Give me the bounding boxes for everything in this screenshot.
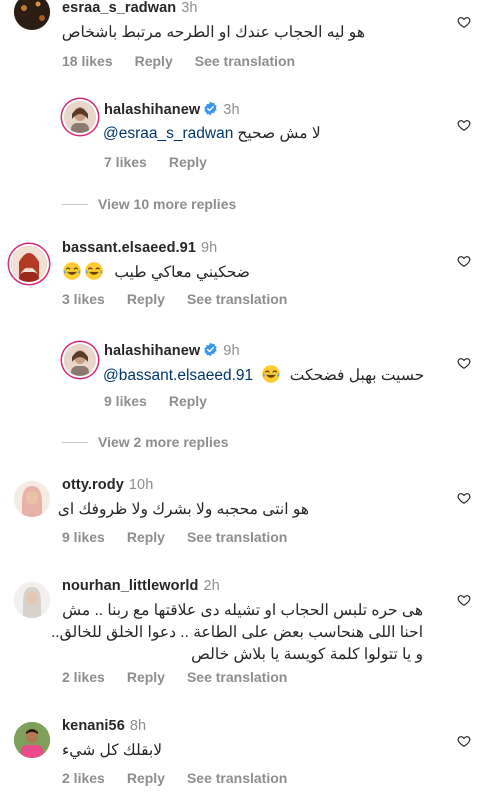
avatar[interactable] — [14, 0, 50, 30]
likes-count[interactable]: 18 likes — [62, 53, 113, 69]
avatar-image — [64, 344, 96, 376]
username[interactable]: kenani56 8h — [62, 718, 146, 734]
reply-button[interactable]: Reply — [135, 53, 173, 69]
username-text[interactable]: nourhan_littleworld — [62, 578, 198, 594]
view-more-replies[interactable]: View 10 more replies — [62, 196, 236, 212]
heart-outline-icon[interactable] — [457, 593, 471, 607]
avatar-image — [14, 481, 50, 517]
comment-line: و يا تتولوا كلمة كويسة يا بلاش خالص — [191, 646, 423, 663]
see-translation-link[interactable]: See translation — [187, 291, 287, 307]
see-translation-link[interactable]: See translation — [195, 53, 295, 69]
comment-actions: 18 likes Reply See translation — [62, 53, 317, 69]
avatar[interactable] — [64, 101, 96, 133]
comment-text: @esraa_s_radwan لا مش صحيح — [103, 123, 321, 145]
comment-actions: 2 likes Reply See translation — [62, 770, 309, 786]
username[interactable]: nourhan_littleworld 2h — [62, 578, 220, 594]
likes-count[interactable]: 3 likes — [62, 291, 105, 307]
see-translation-link[interactable]: See translation — [187, 669, 287, 685]
avatar[interactable] — [14, 722, 50, 758]
avatar-image — [11, 246, 47, 282]
avatar-image — [14, 0, 50, 30]
comment-body: ضحكيني معاكي طيب — [114, 264, 250, 281]
heart-outline-icon[interactable] — [457, 15, 471, 29]
username-text[interactable]: bassant.elsaeed.91 — [62, 240, 196, 256]
view-more-label[interactable]: View 10 more replies — [98, 196, 236, 212]
username[interactable]: halashihanew 3h — [104, 101, 240, 118]
avatar-image — [14, 582, 50, 618]
comment-actions: 9 likes Reply See translation — [62, 529, 309, 545]
comment-text: @bassant.elsaeed.91 حسيت بهبل فضحكت — [103, 364, 424, 387]
avatar-image — [14, 722, 50, 758]
see-translation-link[interactable]: See translation — [187, 770, 287, 786]
comment-text: ضحكيني معاكي طيب — [62, 261, 250, 284]
heart-outline-icon[interactable] — [457, 118, 471, 132]
comment-actions: 3 likes Reply See translation — [62, 291, 309, 307]
comment-actions: 7 likes Reply — [104, 154, 229, 170]
verified-badge-icon — [203, 101, 218, 116]
avatar[interactable] — [14, 481, 50, 517]
reply-button[interactable]: Reply — [127, 770, 165, 786]
comment-time: 3h — [223, 102, 240, 118]
avatar[interactable] — [14, 582, 50, 618]
reply-button[interactable]: Reply — [127, 529, 165, 545]
username-text[interactable]: otty.rody — [62, 477, 124, 493]
reply-button[interactable]: Reply — [169, 393, 207, 409]
avatar[interactable] — [64, 344, 96, 376]
heart-outline-icon[interactable] — [457, 356, 471, 370]
reply-button[interactable]: Reply — [169, 154, 207, 170]
reply-button[interactable]: Reply — [127, 291, 165, 307]
username-text[interactable]: esraa_s_radwan — [62, 0, 176, 16]
laughing-emoji-icon — [261, 364, 281, 384]
reply-text: لا مش صحيح — [237, 125, 321, 142]
heart-outline-icon[interactable] — [457, 491, 471, 505]
likes-count[interactable]: 9 likes — [62, 529, 105, 545]
see-translation-link[interactable]: See translation — [187, 529, 287, 545]
divider — [62, 203, 88, 205]
username[interactable]: otty.rody 10h — [62, 477, 153, 493]
mention-link[interactable]: @esraa_s_radwan — [103, 125, 233, 142]
username-text[interactable]: halashihanew — [104, 343, 200, 359]
comment-text: هو انتى محجبه ولا بشرك ولا ظروفك اى — [57, 501, 309, 518]
username-text[interactable]: halashihanew — [104, 102, 200, 118]
username-text[interactable]: kenani56 — [62, 718, 125, 734]
view-more-label[interactable]: View 2 more replies — [98, 434, 228, 450]
comment-actions: 9 likes Reply — [104, 393, 229, 409]
avatar[interactable] — [11, 246, 47, 282]
username[interactable]: esraa_s_radwan 3h — [62, 0, 198, 16]
comment-time: 9h — [223, 343, 240, 359]
verified-badge-icon — [203, 342, 218, 357]
heart-outline-icon[interactable] — [457, 734, 471, 748]
reply-text: حسيت بهبل فضحكت — [289, 367, 425, 384]
divider — [62, 441, 88, 443]
username[interactable]: halashihanew 9h — [104, 342, 240, 359]
heart-outline-icon[interactable] — [457, 254, 471, 268]
mention-link[interactable]: @bassant.elsaeed.91 — [103, 367, 253, 384]
reply-button[interactable]: Reply — [127, 669, 165, 685]
likes-count[interactable]: 2 likes — [62, 770, 105, 786]
likes-count[interactable]: 7 likes — [104, 154, 147, 170]
comment-text: هو ليه الحجاب عندك او الطرحه مرتبط باشخا… — [61, 24, 365, 41]
comment-time: 2h — [203, 578, 220, 594]
comment-line: هى حره تلبس الحجاب او تشيله دى علاقتها م… — [62, 602, 423, 619]
view-more-replies[interactable]: View 2 more replies — [62, 434, 228, 450]
likes-count[interactable]: 9 likes — [104, 393, 147, 409]
comment-actions: 2 likes Reply See translation — [62, 669, 309, 685]
avatar-image — [64, 101, 96, 133]
comment-time: 10h — [128, 477, 154, 493]
laughing-emoji-icon — [84, 261, 104, 281]
comment-text: لابقلك كل شيء — [62, 742, 163, 759]
likes-count[interactable]: 2 likes — [62, 669, 105, 685]
comment-text: هى حره تلبس الحجاب او تشيله دى علاقتها م… — [50, 600, 423, 666]
comment-line: احنا اللى هنحاسب بعض على الطاعة .. دعوا … — [50, 624, 423, 641]
username[interactable]: bassant.elsaeed.91 9h — [62, 240, 217, 256]
comment-time: 9h — [201, 240, 218, 256]
laughing-emoji-icon — [62, 261, 82, 281]
comment-time: 8h — [129, 718, 147, 734]
comment-time: 3h — [181, 0, 198, 16]
